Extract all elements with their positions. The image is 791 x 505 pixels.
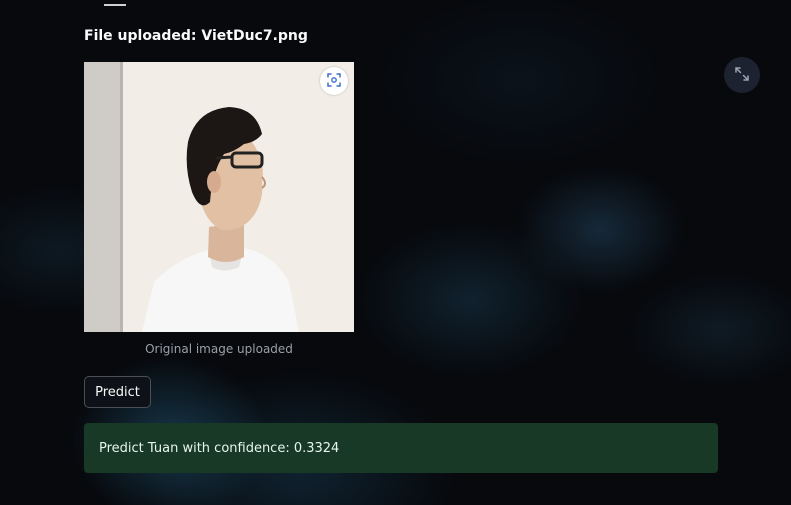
prediction-result-text: Predict Tuan with confidence: 0.3324 [99,440,340,456]
uploaded-image [84,62,354,332]
expand-icon [735,66,749,85]
predict-button[interactable]: Predict [84,376,151,408]
top-partial-element [104,0,126,6]
fullscreen-icon [327,72,341,91]
file-uploaded-label: File uploaded: VietDuc7.png [84,28,308,44]
prediction-result-alert: Predict Tuan with confidence: 0.3324 [84,423,718,473]
image-caption: Original image uploaded [145,342,293,356]
expand-button[interactable] [724,57,760,93]
fullscreen-button[interactable] [320,67,348,95]
